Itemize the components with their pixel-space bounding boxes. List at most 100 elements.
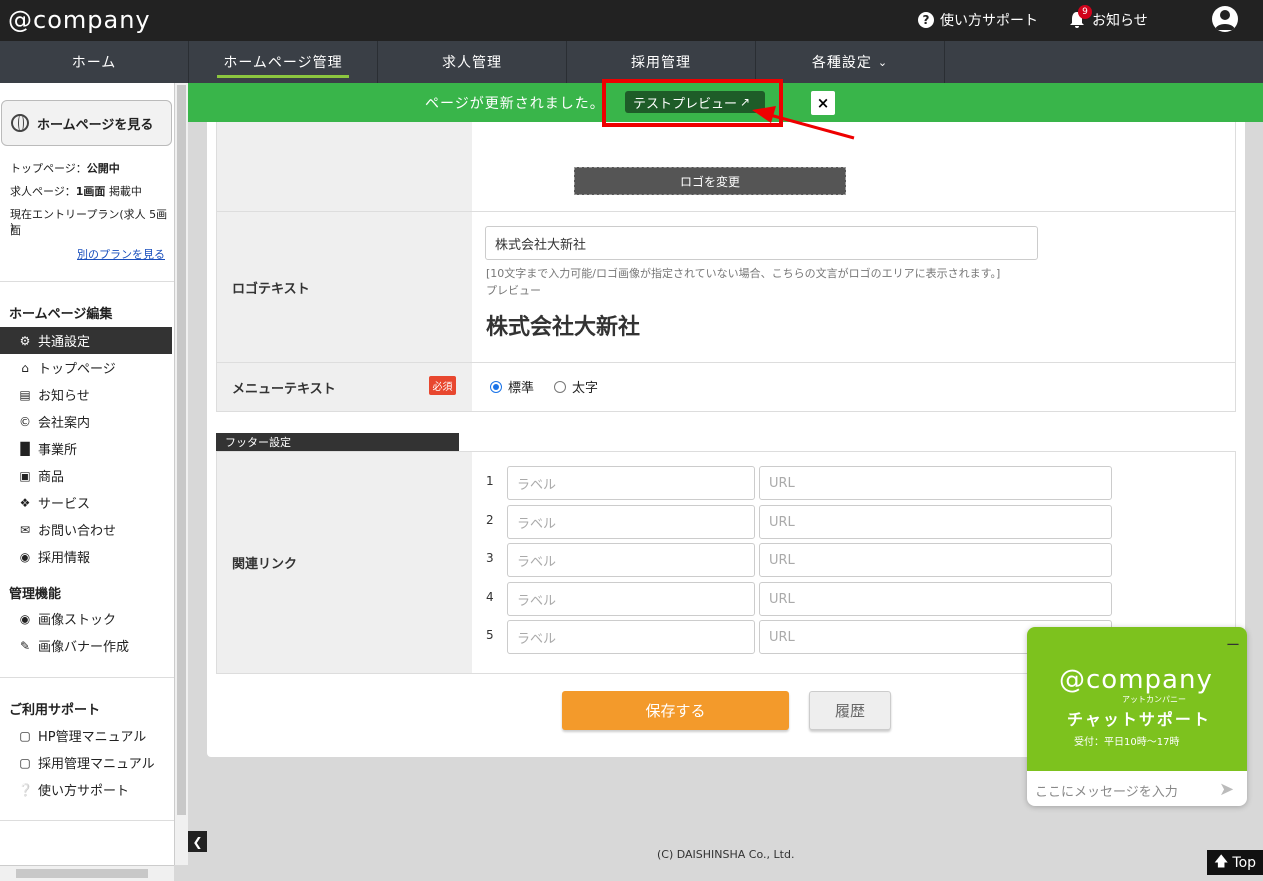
chat-hours: 受付：平日10時～17時 <box>1074 737 1180 748</box>
news-label: お知らせ <box>1092 13 1148 29</box>
radio-standard-label: 標準 <box>508 381 535 396</box>
divider <box>0 281 174 282</box>
handshake-icon: ❖ <box>19 495 31 510</box>
collapse-sidebar-icon[interactable]: ❮ <box>188 831 207 852</box>
logo-text-preview: 株式会社大新社 <box>486 315 641 340</box>
sidebar-horizontal-scrollbar[interactable] <box>0 865 174 881</box>
sidebar-item-office[interactable]: █ 事業所 <box>0 435 172 462</box>
app-logo[interactable]: @company <box>8 6 151 34</box>
gear-icon: ⚙ <box>19 333 31 348</box>
sidebar-item-top-page[interactable]: ⌂ トップページ <box>0 354 172 381</box>
sidebar-item-help[interactable]: ❔ 使い方サポート <box>0 776 172 803</box>
scroll-top-button[interactable]: 🡅 Top <box>1207 850 1263 875</box>
divider <box>0 820 174 821</box>
question-icon: ❔ <box>18 782 33 797</box>
home-icon: ⌂ <box>21 360 29 375</box>
menu-text-row: メニューテキスト <box>216 363 1236 412</box>
link-url-input[interactable]: URL <box>759 505 1112 539</box>
sidebar-item-recruit[interactable]: ◉ 採用情報 <box>0 543 172 570</box>
chat-header: ー @company アットカンパニー チャットサポート 受付：平日10時～17… <box>1027 627 1247 771</box>
main-nav: ホーム ホームページ管理 求人管理 採用管理 各種設定 ⌄ <box>0 41 1263 83</box>
radio-standard-control[interactable] <box>490 380 502 393</box>
sidebar-item-recruit-manual[interactable]: ▢ 採用管理マニュアル <box>0 749 172 776</box>
help-support-link[interactable]: ? 使い方サポート <box>918 10 1038 30</box>
sidebar-item-services[interactable]: ❖ サービス <box>0 489 172 516</box>
annotation-arrow-icon <box>752 106 855 140</box>
sidebar-item-products[interactable]: ▣ 商品 <box>0 462 172 489</box>
camera-icon: ◉ <box>19 611 31 626</box>
radio-bold-control[interactable] <box>554 380 566 393</box>
chat-message-input[interactable]: ここにメッセージを入力 <box>1035 781 1178 800</box>
section-support: ご利用サポート <box>9 703 101 718</box>
scroll-top-label: Top <box>1232 854 1257 871</box>
divider <box>0 677 174 678</box>
view-homepage-button[interactable]: ホームページを見る <box>1 100 172 146</box>
radio-bold[interactable]: 太字 <box>554 377 598 396</box>
history-button[interactable]: 履歴 <box>809 691 891 730</box>
link-label-input[interactable]: ラベル <box>507 620 755 654</box>
logo-text-input[interactable]: 株式会社大新社 <box>485 226 1038 260</box>
sidebar-item-hp-manual[interactable]: ▢ HP管理マニュアル <box>0 722 172 749</box>
current-plan-line2: ) <box>10 221 15 234</box>
sidebar-item-image-stock[interactable]: ◉ 画像ストック <box>0 605 172 632</box>
tab-recruit-management[interactable]: 採用管理 <box>567 41 756 83</box>
footer-settings-heading: フッター設定 <box>216 433 459 451</box>
view-homepage-label: ホームページを見る <box>37 117 154 133</box>
link-url-input[interactable]: URL <box>759 582 1112 616</box>
chat-support-widget[interactable]: ー @company アットカンパニー チャットサポート 受付：平日10時～17… <box>1027 627 1247 806</box>
link-url-input[interactable]: URL <box>759 466 1112 500</box>
section-homepage-edit: ホームページ編集 <box>9 307 113 322</box>
sidebar-item-common-settings[interactable]: ⚙ 共通設定 <box>0 327 172 354</box>
link-number: 2 <box>486 513 494 527</box>
tab-homepage-management[interactable]: ホームページ管理 <box>189 41 378 83</box>
link-number: 5 <box>486 628 494 642</box>
other-plan-link[interactable]: 別のプランを見る <box>77 246 165 262</box>
minimize-icon[interactable]: ー <box>1226 635 1240 655</box>
link-number: 1 <box>486 474 494 488</box>
question-icon: ? <box>918 12 934 28</box>
sidebar-item-news[interactable]: ▤ お知らせ <box>0 381 172 408</box>
logo-text-hint: [10文字まで入力可能/ロゴ画像が指定されていない場合、こちらの文言がロゴのエリ… <box>486 267 1001 280</box>
copyright-text: (C) DAISHINSHA Co., Ltd. <box>657 848 795 861</box>
required-badge: 必須 <box>429 376 456 395</box>
sidebar-item-banner-create[interactable]: ✎ 画像バナー作成 <box>0 632 172 659</box>
news-link[interactable]: 9 お知らせ <box>1068 5 1148 30</box>
section-admin: 管理機能 <box>9 587 62 602</box>
scrollbar-thumb[interactable] <box>16 869 148 878</box>
save-button[interactable]: 保存する <box>562 691 789 730</box>
tab-settings[interactable]: 各種設定 ⌄ <box>756 41 945 83</box>
tab-home[interactable]: ホーム <box>0 41 189 83</box>
link-number: 4 <box>486 590 494 604</box>
change-logo-button[interactable]: ロゴを変更 <box>574 167 846 195</box>
tab-job-management[interactable]: 求人管理 <box>378 41 567 83</box>
preview-label: プレビュー <box>486 284 541 297</box>
chat-logo-sub: アットカンパニー <box>1122 695 1186 704</box>
radio-standard[interactable]: 標準 <box>490 377 534 396</box>
sidebar-scrollbar[interactable] <box>174 83 188 865</box>
envelope-icon: ✉ <box>19 522 31 537</box>
chevron-down-icon: ⌄ <box>877 55 889 69</box>
scrollbar-thumb[interactable] <box>177 85 186 815</box>
bell-icon: 9 <box>1068 5 1092 29</box>
top-page-status: トップページ：公開中 <box>10 162 120 175</box>
factory-icon: █ <box>20 441 30 456</box>
help-support-label: 使い方サポート <box>940 13 1038 29</box>
pdf-icon: ▢ <box>19 755 31 770</box>
link-label-input[interactable]: ラベル <box>507 505 755 539</box>
link-label-input[interactable]: ラベル <box>507 543 755 577</box>
job-page-status: 求人ページ：1画面 掲載中 <box>10 185 142 198</box>
pdf-icon: ▢ <box>19 728 31 743</box>
send-icon[interactable]: ➤ <box>1219 779 1234 800</box>
user-avatar-icon[interactable] <box>1212 6 1238 32</box>
chat-logo: @company <box>1059 665 1213 695</box>
top-bar: @company ? 使い方サポート 9 お知らせ <box>0 0 1263 41</box>
link-number: 3 <box>486 551 494 565</box>
link-label-input[interactable]: ラベル <box>507 466 755 500</box>
copyright-icon: © <box>19 414 31 429</box>
sidebar-item-company[interactable]: © 会社案内 <box>0 408 172 435</box>
link-url-input[interactable]: URL <box>759 543 1112 577</box>
link-label-input[interactable]: ラベル <box>507 582 755 616</box>
news-count-badge: 9 <box>1078 5 1092 19</box>
sidebar-item-contact[interactable]: ✉ お問い合わせ <box>0 516 172 543</box>
chat-title: チャットサポート <box>1067 710 1211 729</box>
